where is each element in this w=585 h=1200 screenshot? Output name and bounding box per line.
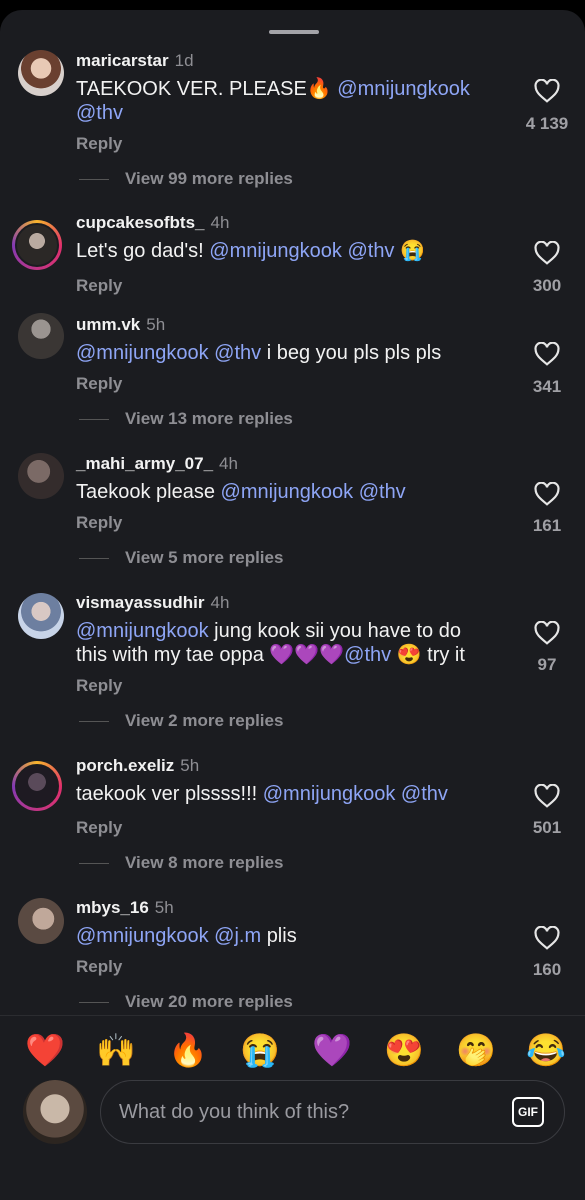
heart-emoji-button[interactable]: ❤️ bbox=[25, 1032, 65, 1068]
comment-meta: umm.vk 5h bbox=[76, 315, 165, 335]
timestamp: 4h bbox=[210, 593, 230, 612]
like-count: 300 bbox=[532, 276, 562, 295]
comment-meta: maricarstar 1d bbox=[76, 51, 194, 71]
avatar[interactable] bbox=[18, 593, 64, 639]
username[interactable]: porch.exeliz bbox=[76, 756, 174, 775]
mention[interactable]: @mnijungkook bbox=[337, 78, 470, 100]
laughing-emoji-button[interactable]: 😂 bbox=[526, 1032, 566, 1068]
comment-meta: vismayassudhir 4h bbox=[76, 593, 229, 613]
reply-button[interactable]: Reply bbox=[76, 676, 122, 696]
reply-button[interactable]: Reply bbox=[76, 818, 122, 838]
username[interactable]: _mahi_army_07_ bbox=[76, 454, 213, 473]
view-more-replies[interactable]: View 99 more replies bbox=[79, 169, 293, 189]
comment-text: @mnijungkook @thv i beg you pls pls pls bbox=[76, 342, 442, 364]
drag-handle[interactable] bbox=[269, 30, 319, 34]
comments-sheet: maricarstar 1d TAEKOOK VER. PLEASE🔥 @mnij… bbox=[0, 10, 585, 1200]
reply-button[interactable]: Reply bbox=[76, 374, 122, 394]
like-count: 501 bbox=[532, 818, 562, 837]
comment-meta: porch.exeliz 5h bbox=[76, 756, 199, 776]
comment-input[interactable]: What do you think of this? GIF bbox=[100, 1080, 565, 1144]
username[interactable]: maricarstar bbox=[76, 51, 169, 70]
comment-text: @mnijungkook @j.m plis bbox=[76, 925, 297, 947]
reply-button[interactable]: Reply bbox=[76, 134, 122, 154]
mention[interactable]: @thv bbox=[214, 342, 261, 364]
view-more-replies[interactable]: View 20 more replies bbox=[79, 992, 293, 1012]
like-count: 161 bbox=[532, 516, 562, 535]
avatar[interactable] bbox=[18, 453, 64, 499]
view-more-replies[interactable]: View 5 more replies bbox=[79, 548, 283, 568]
heart-icon[interactable] bbox=[534, 79, 560, 103]
heart-icon[interactable] bbox=[534, 621, 560, 645]
fire-emoji-button[interactable]: 🔥 bbox=[168, 1032, 208, 1068]
mention[interactable]: @mnijungkook bbox=[209, 240, 342, 262]
mention[interactable]: @thv bbox=[344, 644, 391, 666]
mention[interactable]: @j.m bbox=[214, 925, 261, 947]
avatar[interactable] bbox=[12, 761, 62, 811]
view-more-replies[interactable]: View 13 more replies bbox=[79, 409, 293, 429]
mention[interactable]: @mnijungkook bbox=[76, 620, 209, 642]
timestamp: 5h bbox=[146, 315, 166, 334]
mention[interactable]: @thv bbox=[347, 240, 394, 262]
timestamp: 5h bbox=[154, 898, 174, 917]
crying-emoji-button[interactable]: 😭 bbox=[240, 1032, 280, 1068]
mention[interactable]: @thv bbox=[401, 783, 448, 805]
comment-meta: cupcakesofbts_ 4h bbox=[76, 213, 229, 233]
reply-button[interactable]: Reply bbox=[76, 957, 122, 977]
heart-eyes-emoji-button[interactable]: 😍 bbox=[384, 1032, 424, 1068]
comment-input-placeholder: What do you think of this? bbox=[119, 1101, 350, 1123]
like-count: 97 bbox=[537, 655, 557, 674]
timestamp: 4h bbox=[210, 213, 230, 232]
comment-text: Let's go dad's! @mnijungkook @thv 😭 bbox=[76, 240, 425, 262]
username[interactable]: vismayassudhir bbox=[76, 593, 205, 612]
mention[interactable]: @mnijungkook bbox=[76, 342, 209, 364]
username[interactable]: mbys_16 bbox=[76, 898, 149, 917]
comment-text: @mnijungkook jung kook sii you have to d… bbox=[76, 620, 465, 666]
like-count: 341 bbox=[532, 377, 562, 396]
composer-avatar[interactable] bbox=[23, 1080, 87, 1144]
like-count: 160 bbox=[532, 960, 562, 979]
avatar[interactable] bbox=[18, 313, 64, 359]
username[interactable]: umm.vk bbox=[76, 315, 140, 334]
hand-over-mouth-emoji-button[interactable]: 🤭 bbox=[456, 1032, 496, 1068]
purple-heart-emoji-button[interactable]: 💜 bbox=[312, 1032, 352, 1068]
gif-icon[interactable]: GIF bbox=[512, 1097, 544, 1127]
mention[interactable]: @mnijungkook bbox=[76, 925, 209, 947]
avatar[interactable] bbox=[12, 220, 62, 270]
emoji-reaction-bar: ❤️ 🙌 🔥 😭 💜 😍 🤭 😂 bbox=[0, 1015, 585, 1082]
username[interactable]: cupcakesofbts_ bbox=[76, 213, 205, 232]
timestamp: 5h bbox=[180, 756, 200, 775]
heart-icon[interactable] bbox=[534, 926, 560, 950]
reply-button[interactable]: Reply bbox=[76, 513, 122, 533]
heart-icon[interactable] bbox=[534, 784, 560, 808]
reply-button[interactable]: Reply bbox=[76, 276, 122, 296]
heart-icon[interactable] bbox=[534, 482, 560, 506]
comment-meta: mbys_16 5h bbox=[76, 898, 174, 918]
view-more-replies[interactable]: View 2 more replies bbox=[79, 711, 283, 731]
view-more-replies[interactable]: View 8 more replies bbox=[79, 853, 283, 873]
mention[interactable]: @mnijungkook bbox=[221, 481, 354, 503]
timestamp: 1d bbox=[174, 51, 194, 70]
comment-text: Taekook please @mnijungkook @thv bbox=[76, 481, 406, 503]
avatar[interactable] bbox=[18, 898, 64, 944]
comment-text: taekook ver plssss!!! @mnijungkook @thv bbox=[76, 783, 448, 805]
avatar[interactable] bbox=[18, 50, 64, 96]
mention[interactable]: @mnijungkook bbox=[263, 783, 396, 805]
comment-text: TAEKOOK VER. PLEASE🔥 @mnijungkook @thv bbox=[76, 78, 470, 124]
comment-meta: _mahi_army_07_ 4h bbox=[76, 454, 238, 474]
heart-icon[interactable] bbox=[534, 241, 560, 265]
mention[interactable]: @thv bbox=[76, 102, 123, 124]
raised-hands-emoji-button[interactable]: 🙌 bbox=[96, 1032, 136, 1068]
mention[interactable]: @thv bbox=[359, 481, 406, 503]
like-count: 4 139 bbox=[525, 114, 569, 133]
heart-icon[interactable] bbox=[534, 342, 560, 366]
timestamp: 4h bbox=[219, 454, 238, 473]
